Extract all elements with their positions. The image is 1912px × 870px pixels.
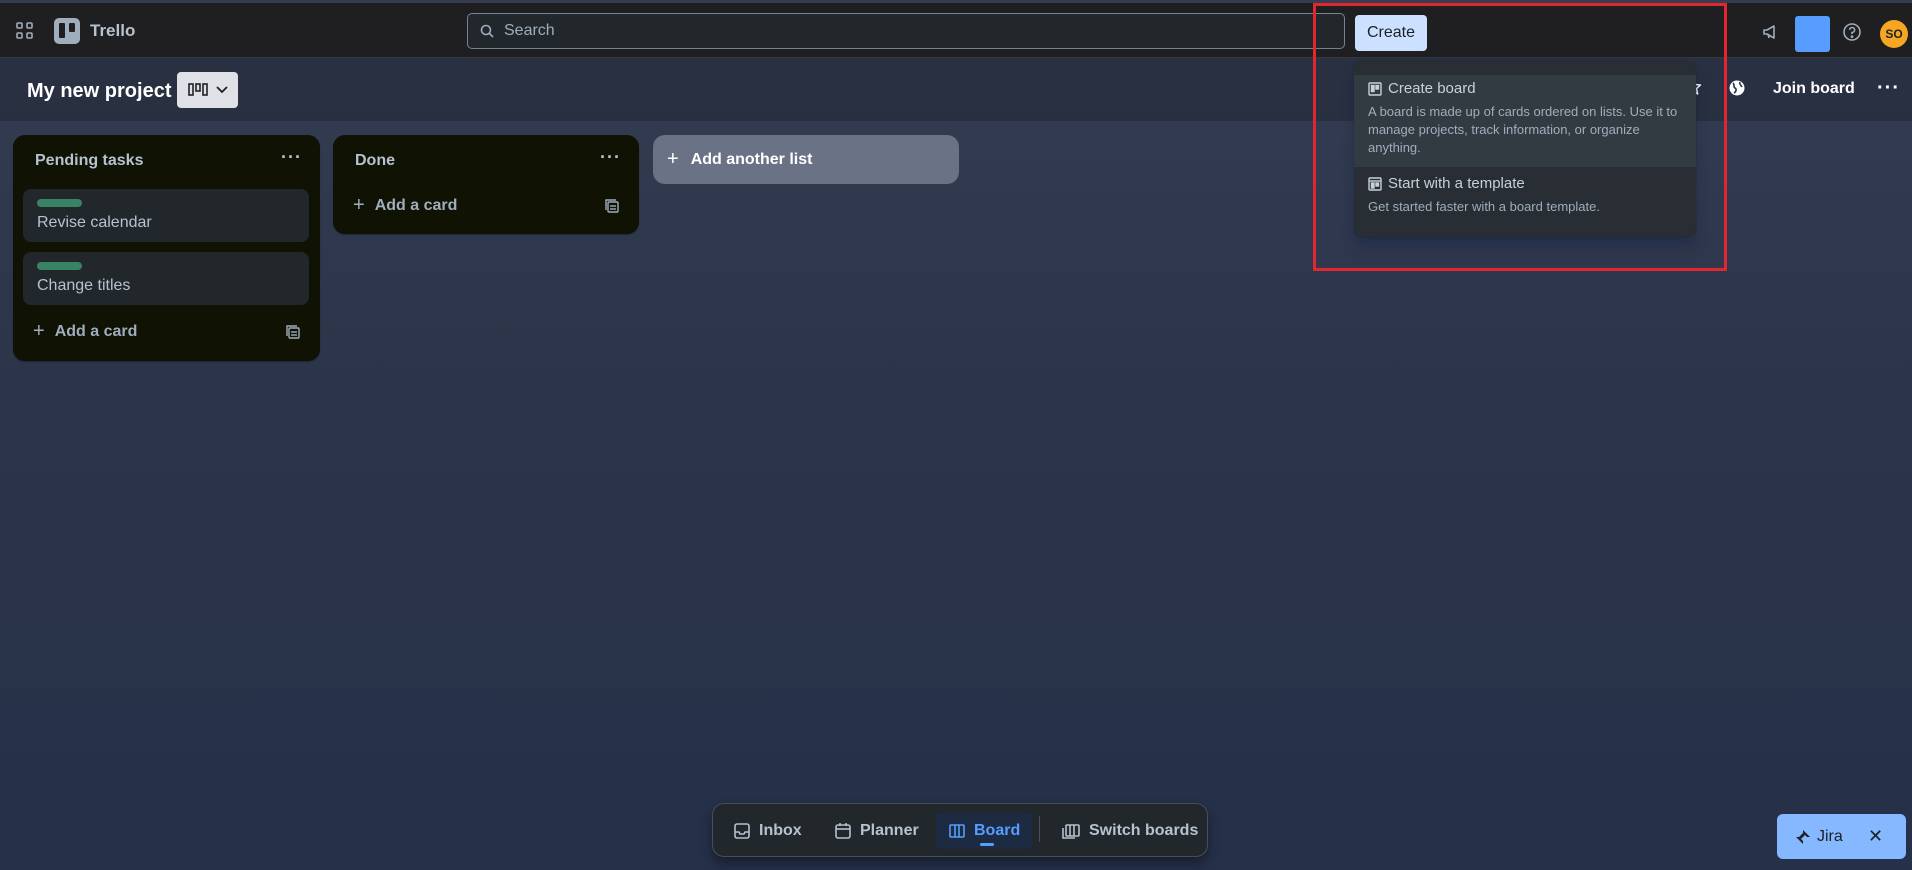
switch-boards-icon <box>1062 824 1080 839</box>
trello-logo-icon <box>54 18 80 44</box>
list-pending-tasks: Pending tasks ··· Revise calendar Change… <box>13 135 320 361</box>
card-label[interactable] <box>37 199 82 207</box>
notifications-button[interactable] <box>1795 16 1830 52</box>
avatar[interactable]: SO <box>1880 20 1908 48</box>
calendar-icon <box>835 823 851 839</box>
help-icon[interactable] <box>1841 21 1863 43</box>
globe-icon[interactable] <box>1728 79 1746 102</box>
chevron-down-icon <box>215 86 228 94</box>
list-more-icon[interactable]: ··· <box>281 147 302 168</box>
board-view-switcher[interactable] <box>177 72 238 108</box>
search-bar[interactable] <box>467 13 1345 49</box>
bottom-navigation: Inbox Planner Board Switch boards <box>712 803 1208 857</box>
highlight-box <box>1313 3 1727 271</box>
add-card-button[interactable]: + Add a card <box>33 320 137 343</box>
add-another-list-button[interactable]: + Add another list <box>653 135 959 184</box>
nav-board-label: Board <box>974 822 1021 839</box>
card-template-icon[interactable] <box>605 199 619 218</box>
plus-icon: + <box>667 148 679 170</box>
plus-icon: + <box>353 194 365 216</box>
card-revise-calendar[interactable]: Revise calendar <box>23 189 309 242</box>
board-icon <box>949 824 965 838</box>
board-view-icon <box>187 83 208 96</box>
plus-icon: + <box>33 320 45 342</box>
nav-inbox[interactable]: Inbox <box>733 813 802 849</box>
trello-home-link[interactable]: Trello <box>54 18 135 44</box>
add-card-label: Add a card <box>54 322 138 340</box>
nav-planner[interactable]: Planner <box>834 813 919 849</box>
nav-planner-label: Planner <box>860 822 919 839</box>
megaphone-icon[interactable] <box>1760 21 1782 43</box>
apps-grid-icon[interactable] <box>16 22 34 40</box>
add-list-label: Add another list <box>690 150 813 168</box>
card-change-titles[interactable]: Change titles <box>23 252 309 305</box>
search-input[interactable] <box>502 21 1306 41</box>
jira-label: Jira <box>1817 827 1843 845</box>
list-more-icon[interactable]: ··· <box>600 147 621 168</box>
nav-inbox-label: Inbox <box>759 822 802 839</box>
jira-icon <box>1796 829 1810 844</box>
nav-switch-boards-label: Switch boards <box>1089 822 1199 839</box>
list-title[interactable]: Pending tasks <box>35 152 143 170</box>
nav-divider <box>1039 816 1040 842</box>
search-icon <box>480 24 494 38</box>
card-label[interactable] <box>37 262 82 270</box>
close-icon[interactable]: ✕ <box>1868 826 1883 847</box>
add-card-label: Add a card <box>374 196 458 214</box>
app-name: Trello <box>90 21 136 40</box>
inbox-icon <box>734 823 750 839</box>
list-title[interactable]: Done <box>355 152 395 170</box>
add-card-button[interactable]: + Add a card <box>353 194 457 217</box>
list-done: Done ··· + Add a card <box>333 135 639 234</box>
board-title[interactable]: My new project <box>27 80 171 103</box>
board-more-icon[interactable]: ··· <box>1877 77 1900 100</box>
card-template-icon[interactable] <box>286 325 300 344</box>
nav-active-indicator <box>980 843 994 846</box>
nav-switch-boards[interactable]: Switch boards <box>1061 813 1198 849</box>
card-title: Revise calendar <box>37 214 152 231</box>
jira-banner[interactable]: Jira <box>1777 814 1906 859</box>
card-title: Change titles <box>37 277 131 294</box>
join-board-button[interactable]: Join board <box>1773 80 1855 98</box>
